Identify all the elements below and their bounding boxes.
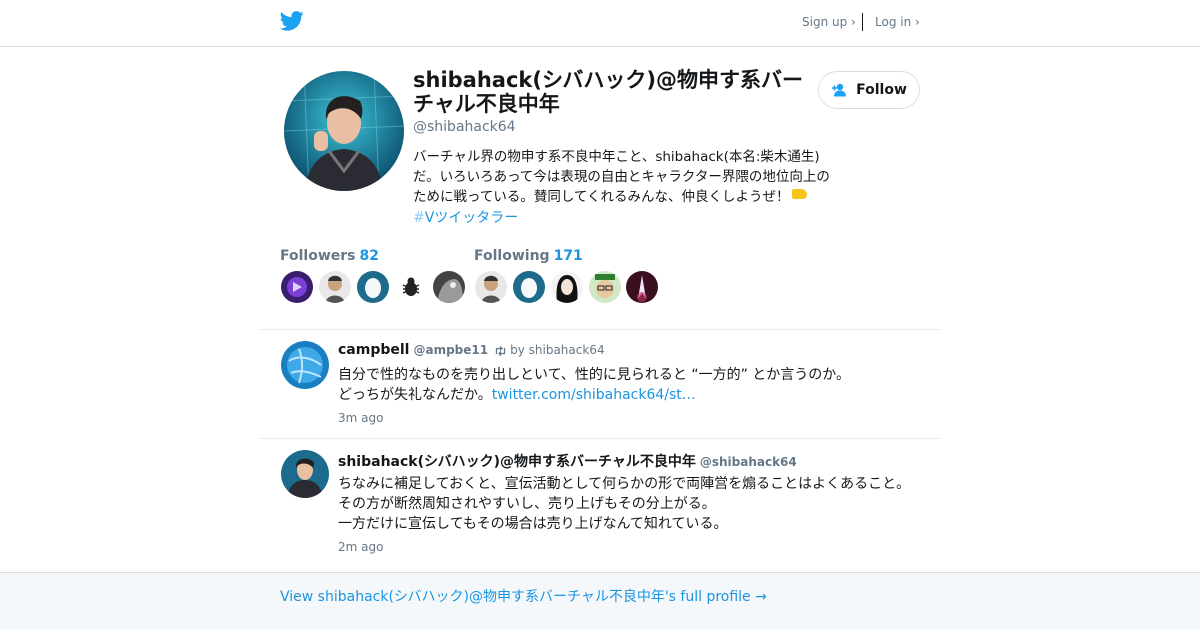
- following-count: 171: [553, 248, 583, 264]
- tweet-line-text: どっちが失礼なんだか。: [338, 387, 492, 403]
- handshake-emoji-icon: [791, 189, 807, 199]
- following-avatar[interactable]: [589, 271, 621, 303]
- hashtag-text: Vツイッタラー: [424, 210, 519, 226]
- following-avatar[interactable]: [475, 271, 507, 303]
- follower-avatar[interactable]: [433, 271, 465, 303]
- header-divider: [862, 13, 863, 31]
- signup-link[interactable]: Sign up ›: [802, 15, 856, 29]
- following-avatar[interactable]: [513, 271, 545, 303]
- follower-avatar[interactable]: [395, 271, 427, 303]
- tweet-timestamp[interactable]: 2m ago: [338, 540, 383, 554]
- login-link[interactable]: Log in ›: [875, 15, 920, 29]
- tweet-avatar[interactable]: [281, 450, 329, 498]
- follower-avatar[interactable]: [319, 271, 351, 303]
- twitter-bird-icon[interactable]: [280, 10, 304, 32]
- tweet-text: ちなみに補足しておくと、宣伝活動として何らかの形で両陣営を煽ることはよくあること…: [338, 474, 928, 534]
- following-section[interactable]: Following 171: [474, 248, 583, 264]
- tweet-line: その方が断然周知されやすいし、売り上げもその分上がる。: [338, 496, 716, 512]
- tweet-author[interactable]: shibahack(シバハック)@物申す系バーチャル不良中年 @shibahack…: [338, 451, 797, 471]
- follower-avatar[interactable]: [357, 271, 389, 303]
- tweet-line: 一方だけに宣伝してもその場合は売り上げなんて知れている。: [338, 516, 728, 532]
- footer: View shibahack(シバハック)@物申す系バーチャル不良中年's fu…: [0, 572, 1200, 630]
- followers-label: Followers: [280, 248, 356, 264]
- tweet-link[interactable]: twitter.com/shibahack64/st…: [492, 387, 696, 403]
- profile-avatar[interactable]: [284, 71, 404, 191]
- tweet-line: 自分で性的なものを売り出しといて、性的に見られると “一方的” とか言うのか。: [338, 367, 851, 383]
- profile-bio: バーチャル界の物申す系不良中年こと、shibahack(本名:柴木通生)だ。いろ…: [413, 147, 843, 207]
- tweet-author-handle: @ampbe11: [413, 343, 489, 357]
- retweet-by-label: by shibahack64: [510, 343, 605, 357]
- follow-button[interactable]: Follow: [818, 71, 920, 109]
- tweet-separator: [259, 438, 941, 439]
- followers-count: 82: [359, 248, 379, 264]
- tweet-author-handle: @shibahack64: [699, 455, 797, 469]
- tweet-avatar[interactable]: [281, 341, 329, 389]
- follow-label: Follow: [856, 82, 907, 98]
- tweet-timestamp[interactable]: 3m ago: [338, 411, 383, 425]
- hashtag-symbol: #: [413, 210, 425, 226]
- retweet-indicator: by shibahack64: [494, 343, 605, 357]
- tweet-author-name: shibahack(シバハック)@物申す系バーチャル不良中年: [338, 454, 696, 470]
- followers-section[interactable]: Followers 82: [280, 248, 379, 264]
- tweet-line: ちなみに補足しておくと、宣伝活動として何らかの形で両陣営を煽ることはよくあること…: [338, 476, 911, 492]
- profile-display-name: shibahack(シバハック)@物申す系バーチャル不良中年: [413, 68, 803, 116]
- follower-avatar[interactable]: [281, 271, 313, 303]
- tweet-author[interactable]: campbell @ampbe11 by shibahack64: [338, 342, 605, 358]
- tweet-author-name: campbell: [338, 342, 410, 358]
- bio-hashtag-link[interactable]: #Vツイッタラー: [413, 207, 518, 227]
- following-avatar[interactable]: [626, 271, 658, 303]
- retweet-icon: [495, 346, 506, 356]
- top-bar: Sign up › Log in ›: [0, 0, 1200, 47]
- bio-text: バーチャル界の物申す系不良中年こと、shibahack(本名:柴木通生)だ。いろ…: [413, 149, 830, 205]
- tweet-line: どっちが失礼なんだか。twitter.com/shibahack64/st…: [338, 385, 928, 405]
- tweet-text: 自分で性的なものを売り出しといて、性的に見られると “一方的” とか言うのか。 …: [338, 365, 928, 405]
- tweet-separator: [259, 329, 941, 330]
- following-label: Following: [474, 248, 550, 264]
- view-full-profile-link[interactable]: View shibahack(シバハック)@物申す系バーチャル不良中年's fu…: [280, 586, 767, 606]
- following-avatar[interactable]: [551, 271, 583, 303]
- add-user-icon: [832, 83, 847, 97]
- profile-handle: @shibahack64: [413, 119, 516, 135]
